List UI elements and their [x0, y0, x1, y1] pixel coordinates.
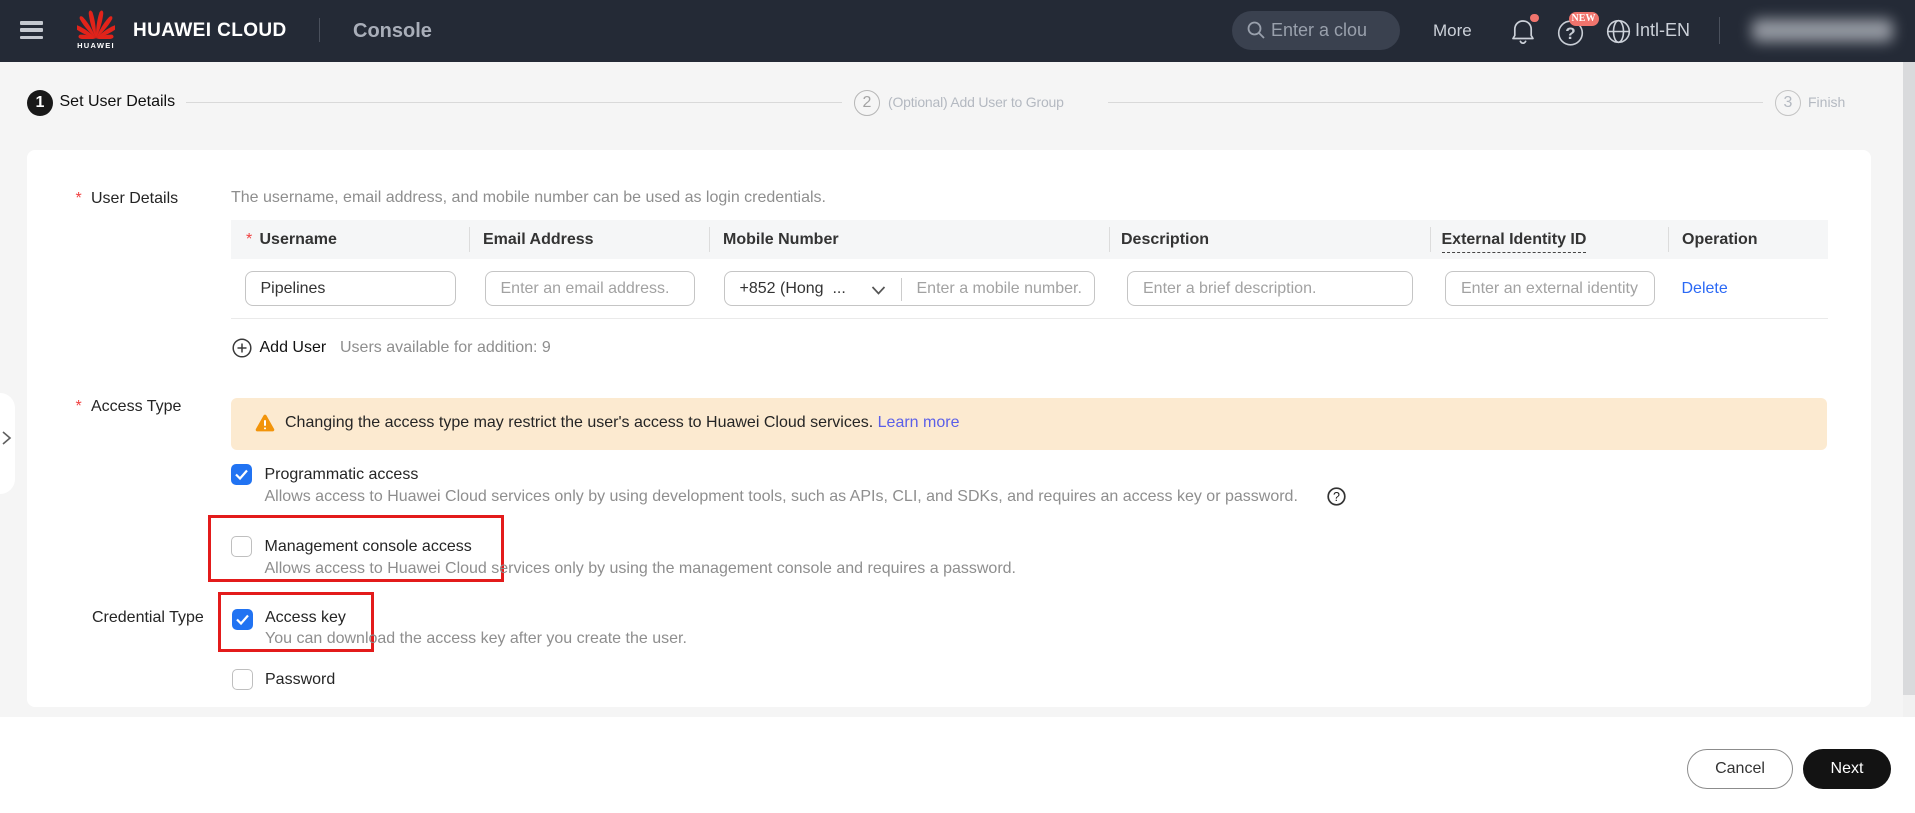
svg-text:?: ? [1565, 24, 1575, 43]
svg-text:?: ? [1333, 490, 1340, 504]
